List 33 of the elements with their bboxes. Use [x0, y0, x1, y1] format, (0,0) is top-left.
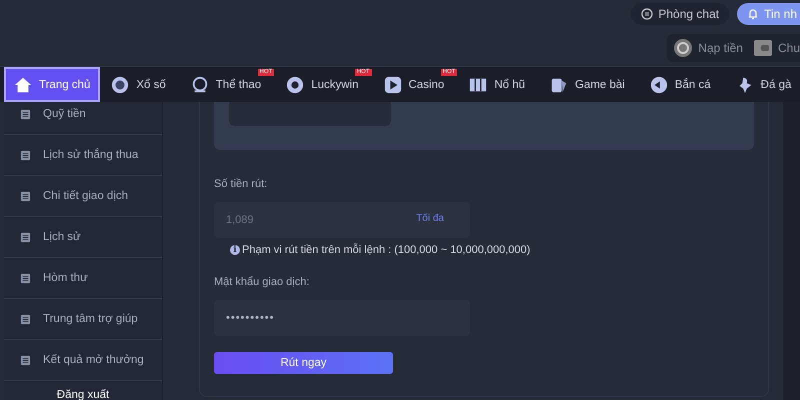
wallet-icon: [752, 38, 773, 58]
nav-tab[interactable]: Bắn cá: [638, 67, 725, 102]
nav-tab[interactable]: Trang chủ: [4, 67, 100, 102]
password-field[interactable]: ••••••••••: [214, 300, 470, 336]
sidebar-item[interactable]: Trung tâm trợ giúp: [4, 299, 162, 340]
play-icon: [384, 76, 402, 94]
deposit-button[interactable]: Nạp tiền: [673, 37, 743, 59]
sidebar-item[interactable]: Kết quả mở thưởng: [4, 340, 162, 381]
nav-tab[interactable]: Đá gà: [724, 67, 800, 102]
bell-icon: [747, 8, 760, 20]
chat-button[interactable]: Phòng chat: [631, 3, 730, 25]
coin-icon: [673, 38, 694, 58]
sidebar-item[interactable]: Quỹ tiền: [4, 102, 162, 135]
nav-tab[interactable]: Game bài: [539, 67, 639, 102]
withdraw-button[interactable]: Rút ngay: [214, 352, 393, 374]
slot-icon: [469, 76, 488, 94]
card-icon: [550, 76, 568, 94]
nav-tab[interactable]: Xổ số: [100, 67, 180, 102]
amount-label: Số tiền rút:: [214, 178, 268, 192]
info-icon: i: [230, 245, 240, 255]
sidebar-item[interactable]: Lịch sử: [4, 217, 162, 258]
home-icon: [14, 76, 32, 94]
password-label: Mật khẩu giao dịch:: [214, 276, 310, 290]
list-icon: [20, 108, 31, 120]
transfer-button[interactable]: Chu: [752, 37, 800, 59]
max-link[interactable]: Tối đa: [416, 213, 444, 224]
range-note: Phạm vi rút tiền trên mỗi lệnh : (100,000 ~ 10,000,000,000): [242, 244, 530, 256]
sidebar-item[interactable]: Chi tiết giao dịch: [4, 176, 162, 217]
nav-tab[interactable]: Nổ hũ: [458, 67, 539, 102]
coin-icon: [111, 76, 130, 94]
chat-icon: [641, 8, 654, 20]
sidebar-item[interactable]: Hòm thư: [4, 258, 162, 299]
sidebar-item[interactable]: Lịch sử thắng thua: [4, 135, 162, 176]
